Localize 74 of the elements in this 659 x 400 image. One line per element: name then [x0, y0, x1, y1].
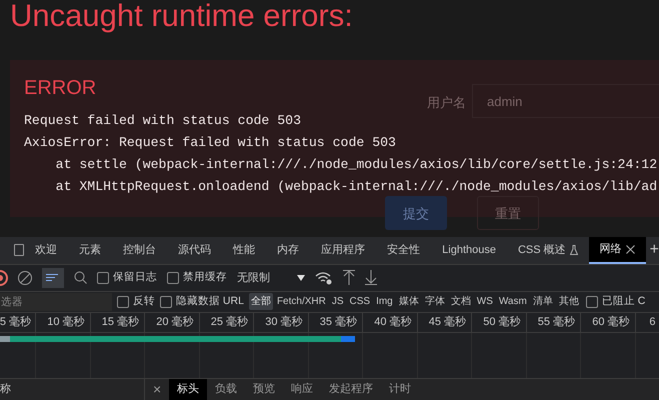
- timeline-tick: 10 毫秒: [36, 312, 90, 332]
- checkbox-label: 已阻止 C: [602, 294, 646, 310]
- timeline-tick: 15 毫秒: [90, 312, 145, 332]
- timeline-tick: 45 毫秒: [418, 312, 472, 332]
- resource-type-filter[interactable]: 全部: [248, 293, 273, 310]
- checkbox[interactable]: [117, 296, 129, 308]
- close-panel-button[interactable]: ×: [153, 378, 162, 400]
- resource-type-filter[interactable]: 清单: [530, 293, 555, 310]
- resource-type-filter[interactable]: 媒体: [396, 293, 421, 310]
- timeline-tick: 35 毫秒: [308, 312, 363, 332]
- devtools-tab[interactable]: 源代码: [167, 236, 222, 264]
- detail-tab[interactable]: 预览: [245, 378, 284, 400]
- detail-tab[interactable]: 计时: [381, 378, 420, 400]
- filter-input[interactable]: 选器: [0, 292, 112, 311]
- error-message-line: at settle (webpack-internal:///./node_modules/axios/lib/core/settle.js:24:12: [54, 156, 658, 174]
- resource-type-filter[interactable]: 其他: [556, 293, 581, 310]
- checkbox-label: 隐藏数据 URL: [176, 294, 244, 310]
- checkbox[interactable]: [167, 272, 179, 284]
- error-heading: ERROR: [24, 76, 98, 100]
- devtools-tab[interactable]: 内存: [266, 236, 310, 264]
- upload-icon[interactable]: [343, 270, 355, 286]
- checkbox-label: 保留日志: [113, 270, 157, 286]
- error-message-line: AxiosError: Request failed with status code 503: [24, 134, 397, 152]
- filter-icon[interactable]: [42, 268, 64, 288]
- devtools-tab[interactable]: CSS 概述: [506, 236, 589, 264]
- devtools-tab[interactable]: 欢迎: [24, 236, 68, 264]
- detail-tab[interactable]: 负载: [207, 378, 246, 400]
- timeline-tick: 40 毫秒: [363, 312, 418, 332]
- checkbox-label: 禁用缓存: [183, 270, 227, 286]
- error-message-line: Request failed with status code 503: [24, 112, 302, 130]
- throttling-select[interactable]: 无限制: [237, 270, 305, 286]
- form-button[interactable]: 提交: [385, 196, 447, 230]
- checkbox[interactable]: [586, 296, 598, 308]
- detail-tab[interactable]: 响应: [283, 378, 322, 400]
- resource-type-filter[interactable]: 字体: [422, 293, 447, 310]
- timeline-tick: 25 毫秒: [200, 312, 254, 332]
- download-icon[interactable]: [365, 270, 377, 286]
- detail-tab[interactable]: 标头: [169, 378, 208, 400]
- add-tab-button[interactable]: +: [650, 238, 659, 262]
- clear-icon[interactable]: [18, 270, 32, 285]
- timeline-tick: 55 毫秒: [526, 312, 581, 332]
- dropdown-caret-icon: [297, 274, 305, 281]
- detail-tab[interactable]: 发起程序: [321, 378, 382, 400]
- search-icon[interactable]: [74, 271, 87, 284]
- device-toolbar-icon[interactable]: [14, 244, 24, 256]
- resource-type-filter[interactable]: Wasm: [496, 293, 529, 310]
- close-tab-icon[interactable]: [626, 244, 635, 254]
- name-column-header: 称: [0, 378, 145, 400]
- resource-type-filter[interactable]: JS: [330, 293, 346, 310]
- username-label: 用户名: [427, 94, 466, 112]
- timeline-tick: 60 毫秒: [581, 312, 636, 332]
- resource-type-filter[interactable]: Img: [374, 293, 395, 310]
- devtools-tab[interactable]: 网络: [588, 236, 646, 264]
- resource-type-filter[interactable]: WS: [474, 293, 495, 310]
- timeline-tick: 30 毫秒: [254, 312, 308, 332]
- devtools-tab[interactable]: 安全性: [376, 236, 432, 264]
- devtools-tab[interactable]: 控制台: [112, 236, 168, 264]
- timeline-tick: 50 毫秒: [472, 312, 526, 332]
- checkbox[interactable]: [160, 296, 172, 308]
- error-overlay-title: Uncaught runtime errors:: [10, 0, 353, 32]
- devtools-tab[interactable]: 元素: [68, 236, 112, 264]
- devtools-tab[interactable]: Lighthouse: [431, 236, 507, 264]
- timeline-tick: 5 毫秒: [0, 312, 36, 332]
- resource-type-filter[interactable]: 文档: [448, 293, 473, 310]
- timeline-tick: 20 毫秒: [145, 312, 200, 332]
- wifi-gear-icon[interactable]: [315, 270, 333, 285]
- devtools-tab[interactable]: 性能: [222, 236, 266, 264]
- error-message-line: at XMLHttpRequest.onloadend (webpack-internal:///./node_modules/axios/lib/ad: [54, 178, 658, 196]
- checkbox-label: 反转: [133, 294, 155, 310]
- checkbox[interactable]: [97, 272, 109, 284]
- devtools-tab[interactable]: 应用程序: [310, 236, 376, 264]
- timeline-tick: 6: [648, 315, 656, 330]
- resource-type-filter[interactable]: Fetch/XHR: [274, 293, 328, 310]
- resource-type-filter[interactable]: CSS: [348, 293, 372, 310]
